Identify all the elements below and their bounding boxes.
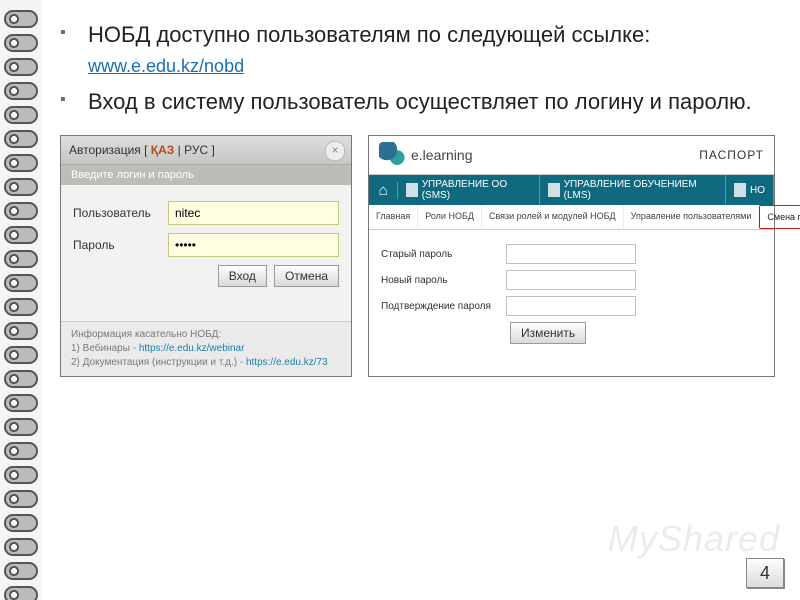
nav-lms[interactable]: УПРАВЛЕНИЕ ОБУЧЕНИЕМ (LMS) [540, 175, 726, 205]
logo-icon [379, 142, 405, 168]
elearning-panel: e.learning ПАСПОРТ ⌂ УПРАВЛЕНИЕ ОО (SMS)… [368, 135, 775, 377]
login-button[interactable]: Вход [218, 265, 267, 287]
watermark: MyShared [608, 518, 780, 560]
tab-change-password[interactable]: Смена пароля [759, 205, 800, 229]
doc-icon [406, 183, 417, 197]
password-label: Пароль [73, 238, 168, 252]
tab-roles[interactable]: Роли НОБД [418, 205, 482, 229]
nav-no[interactable]: НО [726, 175, 774, 205]
home-icon[interactable]: ⌂ [369, 182, 398, 199]
change-button[interactable]: Изменить [510, 322, 586, 344]
info-line1: 1) Вебинары - [71, 343, 139, 354]
slide-content: НОБД доступно пользователям по следующей… [60, 20, 775, 377]
tab-users[interactable]: Управление пользователями [624, 205, 760, 229]
auth-title-post: ] [208, 143, 215, 157]
page-number: 4 [746, 558, 784, 588]
cancel-button[interactable]: Отмена [274, 265, 339, 287]
login-instruction: Введите логин и пароль [61, 165, 351, 185]
passport-label: ПАСПОРТ [699, 148, 764, 162]
login-info: Информация касательно НОБД: 1) Вебинары … [61, 321, 351, 376]
screenshots-row: Авторизация [ ҚАЗ | РУС ] × Введите логи… [60, 135, 775, 377]
confirm-pwd-input[interactable] [506, 296, 636, 316]
auth-title-pre: Авторизация [ [69, 143, 151, 157]
bullet-list: НОБД доступно пользователям по следующей… [60, 20, 775, 117]
auth-titlebar: Авторизация [ ҚАЗ | РУС ] × [61, 136, 351, 165]
nobd-link[interactable]: www.e.edu.kz/nobd [88, 56, 244, 76]
new-pwd-input[interactable] [506, 270, 636, 290]
bullet-2: Вход в систему пользователь осуществляет… [60, 87, 775, 117]
old-pwd-label: Старый пароль [381, 249, 506, 260]
new-pwd-label: Новый пароль [381, 275, 506, 286]
tab-links[interactable]: Связи ролей и модулей НОБД [482, 205, 624, 229]
login-form: Пользователь Пароль Вход Отмена [61, 185, 351, 295]
lang-kaz[interactable]: ҚАЗ [151, 143, 175, 157]
lang-rus[interactable]: РУС [184, 143, 208, 157]
subtabs: Главная Роли НОБД Связи ролей и модулей … [369, 205, 774, 230]
edit-icon [734, 183, 746, 197]
bullet-1: НОБД доступно пользователям по следующей… [60, 20, 775, 79]
el-navbar: ⌂ УПРАВЛЕНИЕ ОО (SMS) УПРАВЛЕНИЕ ОБУЧЕНИ… [369, 175, 774, 205]
confirm-pwd-label: Подтверждение пароля [381, 301, 506, 312]
login-panel: Авторизация [ ҚАЗ | РУС ] × Введите логи… [60, 135, 352, 377]
old-pwd-input[interactable] [506, 244, 636, 264]
brand-text: e.learning [411, 147, 473, 163]
password-form: Старый пароль Новый пароль Подтверждение… [369, 230, 774, 358]
spiral-binding [0, 0, 42, 600]
user-label: Пользователь [73, 206, 168, 220]
el-logo: e.learning [379, 142, 473, 168]
info-link2[interactable]: https://e.edu.kz/73 [246, 357, 328, 368]
close-icon[interactable]: × [325, 141, 345, 161]
bullet-1-text: НОБД доступно пользователям по следующей… [88, 22, 650, 47]
tab-main[interactable]: Главная [369, 205, 418, 229]
password-input[interactable] [168, 233, 339, 257]
lang-sep: | [174, 143, 184, 157]
info-link1[interactable]: https://e.edu.kz/webinar [139, 343, 245, 354]
slide: НОБД доступно пользователям по следующей… [0, 0, 800, 600]
el-header: e.learning ПАСПОРТ [369, 136, 774, 175]
nav-sms[interactable]: УПРАВЛЕНИЕ ОО (SMS) [398, 175, 540, 205]
info-title: Информация касательно НОБД: [71, 328, 341, 342]
user-input[interactable] [168, 201, 339, 225]
doc-icon [548, 183, 559, 197]
info-line2: 2) Документация (инструкции и т.д.) - [71, 357, 246, 368]
